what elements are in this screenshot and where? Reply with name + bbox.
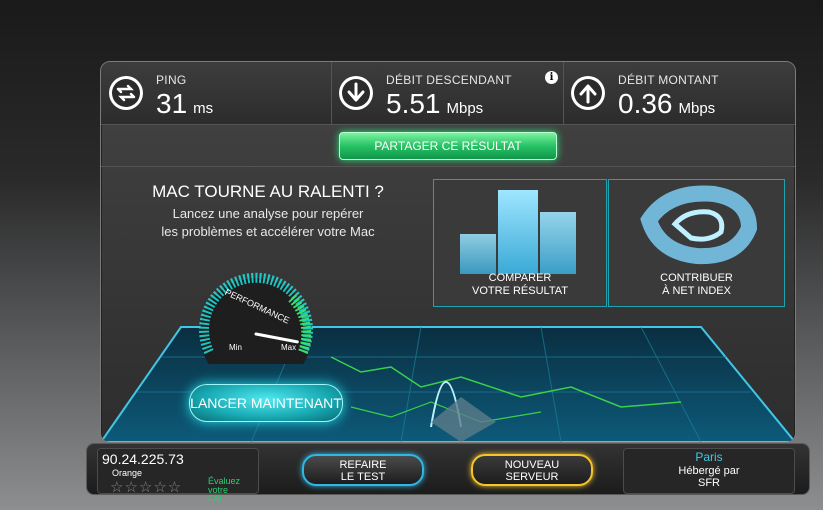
ping-value: 31 ms: [156, 88, 214, 119]
server-info-box: Paris Hébergé par SFR: [623, 448, 795, 494]
rating-stars[interactable]: ☆☆☆☆☆: [110, 478, 182, 496]
compare-result-label: COMPARER VOTRE RÉSULTAT: [472, 272, 568, 297]
launch-now-button[interactable]: LANCER MAINTENANT: [189, 384, 343, 422]
section-divider: [101, 166, 795, 167]
download-value: 5.51 Mbps: [386, 88, 484, 119]
ping-arrows-icon: [109, 76, 143, 110]
contribute-netindex-label: CONTRIBUER À NET INDEX: [660, 272, 733, 297]
client-isp: Orange: [112, 468, 143, 478]
download-label: DÉBIT DESCENDANT: [386, 73, 512, 87]
ping-label: PING: [156, 73, 187, 87]
results-bar: PING 31ms DÉBIT DESCENDANT 5.51Mbps i: [101, 62, 795, 125]
server-city: Paris: [695, 450, 723, 464]
client-info-box: 90.24.225.73 Orange ☆☆☆☆☆ Évaluez votre F…: [97, 448, 259, 504]
bottom-bar: 90.24.225.73 Orange ☆☆☆☆☆ Évaluez votre F…: [86, 443, 810, 504]
download-arrow-icon: [339, 76, 373, 110]
gauge-min-label: Min: [229, 343, 242, 352]
upload-value: 0.36 Mbps: [618, 88, 716, 119]
client-ip: 90.24.225.73: [102, 451, 184, 467]
upload-stat: DÉBIT MONTANT 0.36 Mbps: [563, 62, 795, 124]
server-host: Hébergé par SFR: [678, 465, 740, 489]
compare-result-card[interactable]: COMPARER VOTRE RÉSULTAT: [433, 179, 607, 307]
bar-chart-icon: [460, 190, 576, 274]
gauge-max-label: Max: [281, 343, 296, 352]
upload-label: DÉBIT MONTANT: [618, 73, 719, 87]
promo-title: MAC TOURNE AU RALENTI ?: [152, 182, 384, 201]
download-stat: DÉBIT DESCENDANT 5.51 Mbps: [331, 62, 563, 124]
retest-button[interactable]: REFAIRE LE TEST: [302, 454, 424, 486]
ping-stat: PING 31 ms: [101, 62, 331, 124]
upload-arrow-icon: [571, 76, 605, 110]
info-icon[interactable]: i: [545, 71, 558, 84]
new-server-button[interactable]: NOUVEAU SERVEUR: [471, 454, 593, 486]
share-result-button[interactable]: PARTAGER CE RÉSULTAT: [339, 132, 557, 160]
speedtest-panel: PING 31ms DÉBIT DESCENDANT 5.51Mbps i: [100, 61, 796, 443]
promo-subtitle: Lancez une analyse pour repérer les prob…: [161, 206, 375, 239]
performance-gauge: PERFORMANCE Min Max: [199, 272, 313, 364]
rate-isp-link[interactable]: Évaluez votre FAI: [208, 477, 258, 504]
contribute-netindex-card[interactable]: CONTRIBUER À NET INDEX: [608, 179, 785, 307]
net-index-icon: [640, 185, 758, 265]
